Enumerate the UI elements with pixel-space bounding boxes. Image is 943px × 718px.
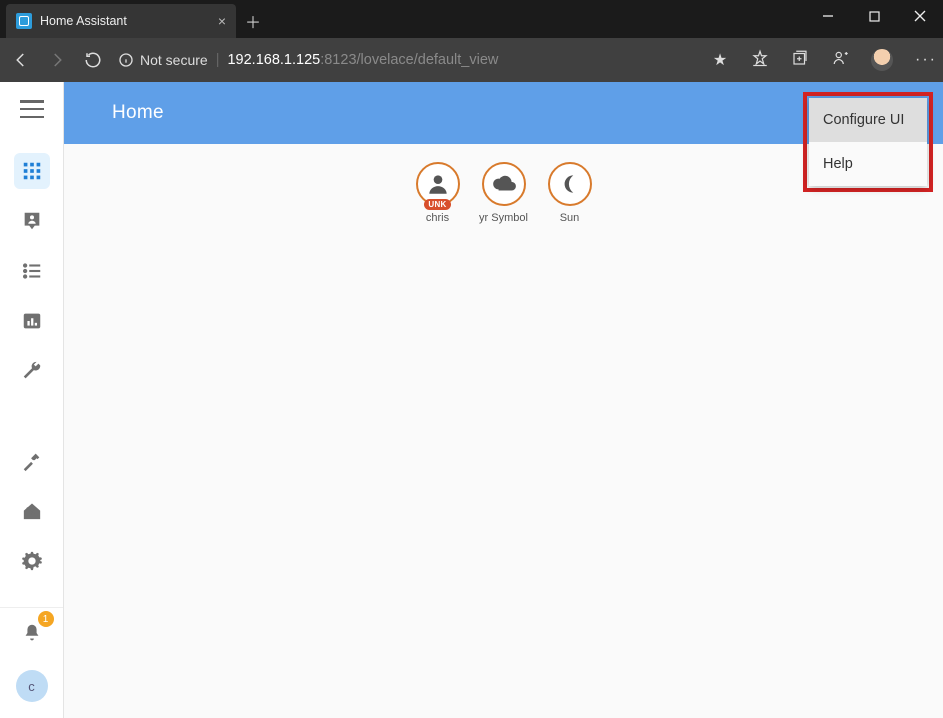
cloud-icon (491, 171, 517, 197)
nav-back-button[interactable] (10, 51, 32, 69)
sidebar-toggle-button[interactable] (20, 100, 44, 118)
security-label: Not secure (140, 52, 208, 68)
sidebar-item-overview[interactable] (14, 153, 50, 189)
new-tab-button[interactable]: ＋ (236, 4, 270, 38)
sidebar: 1 c (0, 82, 64, 718)
wrench-icon (21, 360, 43, 382)
browser-menu-icon[interactable]: ··· (915, 51, 933, 69)
apps-grid-icon (21, 160, 43, 182)
menu-item-help[interactable]: Help (809, 142, 927, 186)
profile-avatar-icon[interactable] (871, 49, 893, 71)
collections-icon[interactable] (791, 49, 809, 72)
tab-favicon (16, 13, 32, 29)
overflow-menu: Configure UI Help (809, 98, 927, 186)
entity-badge-sun[interactable]: Sun (545, 162, 595, 224)
moon-icon (557, 171, 583, 197)
bell-icon (21, 622, 43, 644)
list-icon (21, 260, 43, 282)
browser-toolbar: Not secure | 192.168.1.125:8123/lovelace… (0, 38, 943, 82)
notification-badge: 1 (38, 611, 54, 627)
sidebar-item-notifications[interactable]: 1 (14, 615, 50, 651)
hammer-icon (21, 450, 43, 472)
address-bar[interactable]: Not secure | 192.168.1.125:8123/lovelace… (118, 45, 697, 75)
sidebar-item-map[interactable] (14, 203, 50, 239)
highlight-frame: Configure UI Help (803, 92, 933, 192)
badge-status-unk: UNK (424, 199, 450, 210)
tab-title: Home Assistant (40, 14, 127, 28)
sidebar-item-config[interactable] (14, 353, 50, 389)
page-title: Home (112, 102, 164, 124)
browser-tab[interactable]: Home Assistant × (6, 4, 236, 38)
url-path: :8123/lovelace/default_view (320, 52, 498, 68)
info-icon (118, 52, 134, 68)
tab-close-icon[interactable]: × (218, 13, 226, 29)
sidebar-item-history[interactable] (14, 303, 50, 339)
sidebar-item-settings[interactable] (14, 543, 50, 579)
main-area: Home UNK chris yr Symbol (64, 82, 943, 718)
window-controls (805, 0, 943, 32)
person-pin-icon (21, 210, 43, 232)
entity-label: chris (426, 212, 449, 224)
window-titlebar: Home Assistant × ＋ (0, 0, 943, 38)
entity-label: Sun (560, 212, 580, 224)
entity-label: yr Symbol (479, 212, 528, 224)
window-maximize-button[interactable] (851, 0, 897, 32)
favorite-star-icon[interactable]: ★ (711, 50, 729, 70)
sidebar-item-devtools[interactable] (14, 443, 50, 479)
window-close-button[interactable] (897, 0, 943, 32)
nav-forward-button[interactable] (46, 51, 68, 69)
entity-badges-row: UNK chris yr Symbol Sun (413, 162, 595, 224)
sidebar-user-avatar[interactable]: c (16, 670, 48, 702)
menu-item-configure-ui[interactable]: Configure UI (809, 98, 927, 142)
chart-icon (21, 310, 43, 332)
account-icon[interactable] (831, 49, 849, 72)
gear-icon (21, 550, 43, 572)
nav-refresh-button[interactable] (82, 51, 104, 69)
entity-badge-weather[interactable]: yr Symbol (479, 162, 529, 224)
entity-badge-chris[interactable]: UNK chris (413, 162, 463, 224)
favorites-list-icon[interactable] (751, 49, 769, 72)
sidebar-item-logbook[interactable] (14, 253, 50, 289)
security-indicator[interactable]: Not secure (118, 52, 208, 68)
url-host: 192.168.1.125 (227, 52, 320, 68)
home-assistant-icon (21, 500, 43, 522)
person-icon (425, 171, 451, 197)
sidebar-item-hass[interactable] (14, 493, 50, 529)
window-minimize-button[interactable] (805, 0, 851, 32)
